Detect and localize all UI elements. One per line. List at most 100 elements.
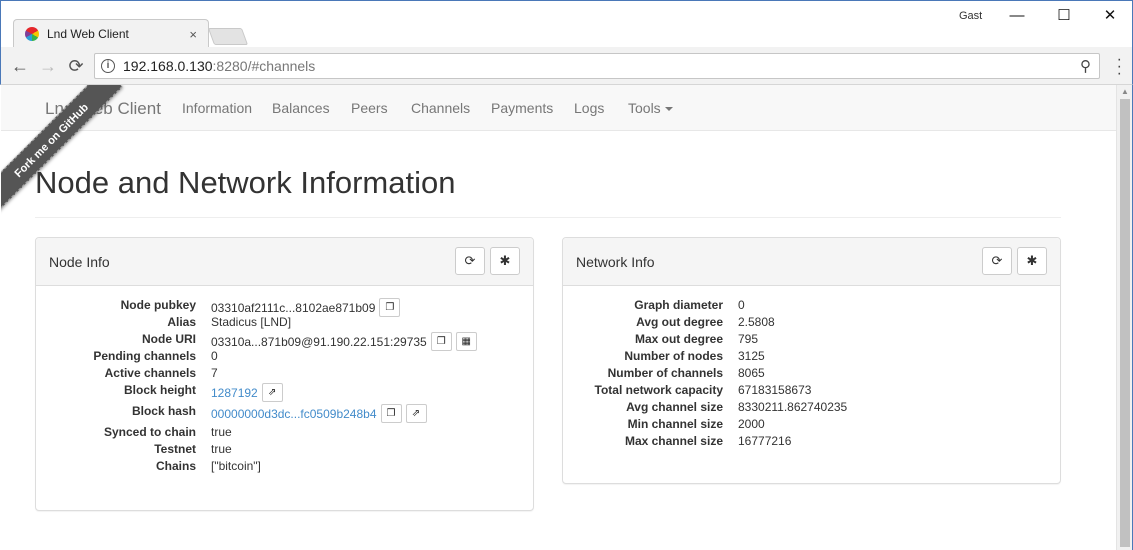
nav-balances[interactable]: Balances bbox=[272, 100, 330, 116]
nav-logs[interactable]: Logs bbox=[574, 100, 604, 116]
network-info-refresh-button[interactable]: ⟳ bbox=[982, 247, 1012, 275]
new-tab-button[interactable] bbox=[207, 28, 249, 45]
node-row-alias: Alias Stadicus [LND] bbox=[36, 315, 533, 332]
browser-titlebar: Lnd Web Client × Gast — ☐ ✕ bbox=[0, 0, 1133, 49]
row-value: 7 bbox=[211, 366, 218, 380]
asterisk-icon: ✱ bbox=[499, 253, 511, 268]
row-value: Stadicus [LND] bbox=[211, 315, 292, 329]
node-info-list: Node pubkey 03310af2111c...8102ae871b09 ❐… bbox=[36, 298, 533, 476]
window-user-label[interactable]: Gast bbox=[959, 10, 982, 22]
browser-tab[interactable]: Lnd Web Client × bbox=[13, 19, 209, 49]
address-bar[interactable]: i 192.168.0.130:8280/#channels ⚲ bbox=[94, 53, 1100, 79]
network-row: Max channel size 16777216 bbox=[563, 434, 1060, 451]
row-label: Number of nodes bbox=[624, 349, 723, 363]
site-info-icon[interactable]: i bbox=[101, 59, 115, 73]
node-info-panel: Node Info ⟳ ✱ Node pubkey 03310af2111c..… bbox=[35, 237, 534, 511]
tab-close-icon[interactable]: × bbox=[189, 27, 197, 42]
address-url[interactable]: 192.168.0.130:8280/#channels bbox=[123, 58, 315, 74]
asterisk-icon: ✱ bbox=[1026, 253, 1038, 268]
external-link-icon[interactable]: ⇗ bbox=[261, 383, 283, 402]
nav-channels[interactable]: Channels bbox=[411, 100, 470, 116]
row-value: 67183158673 bbox=[738, 383, 812, 397]
node-row-uri: Node URI 03310a...871b09@91.190.22.151:2… bbox=[36, 332, 533, 351]
network-info-settings-button[interactable]: ✱ bbox=[1017, 247, 1047, 275]
row-label: Min channel size bbox=[627, 417, 723, 431]
row-value: 00000000d3dc...fc0509b248b4 ❐ ⇗ bbox=[211, 404, 427, 423]
row-value: ["bitcoin"] bbox=[211, 459, 261, 473]
row-value: 2.5808 bbox=[738, 315, 775, 329]
node-info-refresh-button[interactable]: ⟳ bbox=[455, 247, 485, 275]
network-row: Min channel size 2000 bbox=[563, 417, 1060, 434]
network-row: Avg channel size 8330211.862740235 bbox=[563, 400, 1060, 417]
reload-icon[interactable]: ⟳ bbox=[65, 55, 87, 77]
row-label: Avg out degree bbox=[636, 315, 723, 329]
node-row-active: Active channels 7 bbox=[36, 366, 533, 383]
nav-payments[interactable]: Payments bbox=[491, 100, 553, 116]
row-label: Node pubkey bbox=[120, 298, 196, 312]
network-row: Total network capacity 67183158673 bbox=[563, 383, 1060, 400]
network-info-panel: Network Info ⟳ ✱ Graph diameter 0 Avg out… bbox=[562, 237, 1061, 484]
row-label: Max out degree bbox=[634, 332, 723, 346]
row-value: 8065 bbox=[738, 366, 765, 380]
node-row-pubkey: Node pubkey 03310af2111c...8102ae871b09 ❐ bbox=[36, 298, 533, 317]
scroll-up-arrow-icon[interactable]: ▲ bbox=[1121, 87, 1129, 96]
page-scrollbar[interactable]: ▲ bbox=[1116, 85, 1133, 550]
row-value: 0 bbox=[211, 349, 218, 363]
node-row-block-height: Block height 1287192 ⇗ bbox=[36, 383, 533, 402]
node-row-testnet: Testnet true bbox=[36, 442, 533, 459]
row-label: Testnet bbox=[154, 442, 196, 456]
node-row-block-hash: Block hash 00000000d3dc...fc0509b248b4 ❐ ⇗ bbox=[36, 404, 533, 423]
minimize-button[interactable]: — bbox=[995, 5, 1039, 27]
row-value: 1287192 ⇗ bbox=[211, 383, 283, 402]
external-link-icon[interactable]: ⇗ bbox=[405, 404, 427, 423]
page-title: Node and Network Information bbox=[35, 165, 456, 200]
node-info-heading: Node Info ⟳ ✱ bbox=[36, 238, 533, 286]
row-label: Block hash bbox=[131, 404, 196, 418]
scroll-thumb[interactable] bbox=[1120, 99, 1130, 547]
row-value: 2000 bbox=[738, 417, 765, 431]
row-label: Synced to chain bbox=[103, 425, 196, 439]
network-row: Number of nodes 3125 bbox=[563, 349, 1060, 366]
row-value: 3125 bbox=[738, 349, 765, 363]
maximize-button[interactable]: ☐ bbox=[1042, 5, 1086, 27]
node-info-title: Node Info bbox=[49, 254, 110, 270]
row-label: Chains bbox=[155, 459, 196, 473]
network-info-heading: Network Info ⟳ ✱ bbox=[563, 238, 1060, 286]
nav-tools-label: Tools bbox=[628, 100, 661, 116]
browser-toolbar: ← → ⟳ i 192.168.0.130:8280/#channels ⚲ ·… bbox=[0, 47, 1133, 85]
nav-information[interactable]: Information bbox=[182, 100, 252, 116]
row-label: Node URI bbox=[142, 332, 196, 346]
row-label: Avg channel size bbox=[626, 400, 723, 414]
row-value: 795 bbox=[738, 332, 759, 346]
network-row: Max out degree 795 bbox=[563, 332, 1060, 349]
refresh-icon: ⟳ bbox=[464, 253, 476, 268]
refresh-icon: ⟳ bbox=[991, 253, 1003, 268]
caret-down-icon bbox=[664, 107, 673, 112]
network-row: Avg out degree 2.5808 bbox=[563, 315, 1060, 332]
forward-arrow-icon[interactable]: → bbox=[37, 55, 59, 77]
pubkey-value: 03310af2111c...8102ae871b09 bbox=[211, 300, 376, 315]
nav-peers[interactable]: Peers bbox=[351, 100, 388, 116]
block-height-link[interactable]: 1287192 bbox=[211, 386, 258, 400]
row-label: Graph diameter bbox=[634, 298, 723, 312]
nav-tools-dropdown[interactable]: Tools bbox=[628, 100, 673, 116]
node-row-pending: Pending channels 0 bbox=[36, 349, 533, 366]
zoom-search-icon[interactable]: ⚲ bbox=[1080, 57, 1091, 75]
url-host: 192.168.0.130 bbox=[123, 58, 213, 74]
block-hash-link[interactable]: 00000000d3dc...fc0509b248b4 bbox=[211, 407, 377, 421]
row-label: Number of channels bbox=[607, 366, 723, 380]
tab-title: Lnd Web Client bbox=[47, 27, 129, 41]
node-row-synced: Synced to chain true bbox=[36, 425, 533, 442]
back-arrow-icon[interactable]: ← bbox=[9, 55, 31, 77]
row-label: Block height bbox=[123, 383, 196, 397]
row-label: Active channels bbox=[104, 366, 196, 380]
node-info-settings-button[interactable]: ✱ bbox=[490, 247, 520, 275]
copy-icon[interactable]: ❐ bbox=[380, 404, 402, 423]
close-window-button[interactable]: ✕ bbox=[1088, 5, 1132, 27]
url-path: :8280/#channels bbox=[212, 58, 316, 74]
web-page: Lnd Web Client Information Balances Peer… bbox=[1, 85, 1116, 550]
browser-menu-icon[interactable]: · · · bbox=[1117, 52, 1122, 82]
network-info-title: Network Info bbox=[576, 254, 655, 270]
network-row: Number of channels 8065 bbox=[563, 366, 1060, 383]
node-row-chains: Chains ["bitcoin"] bbox=[36, 459, 533, 476]
